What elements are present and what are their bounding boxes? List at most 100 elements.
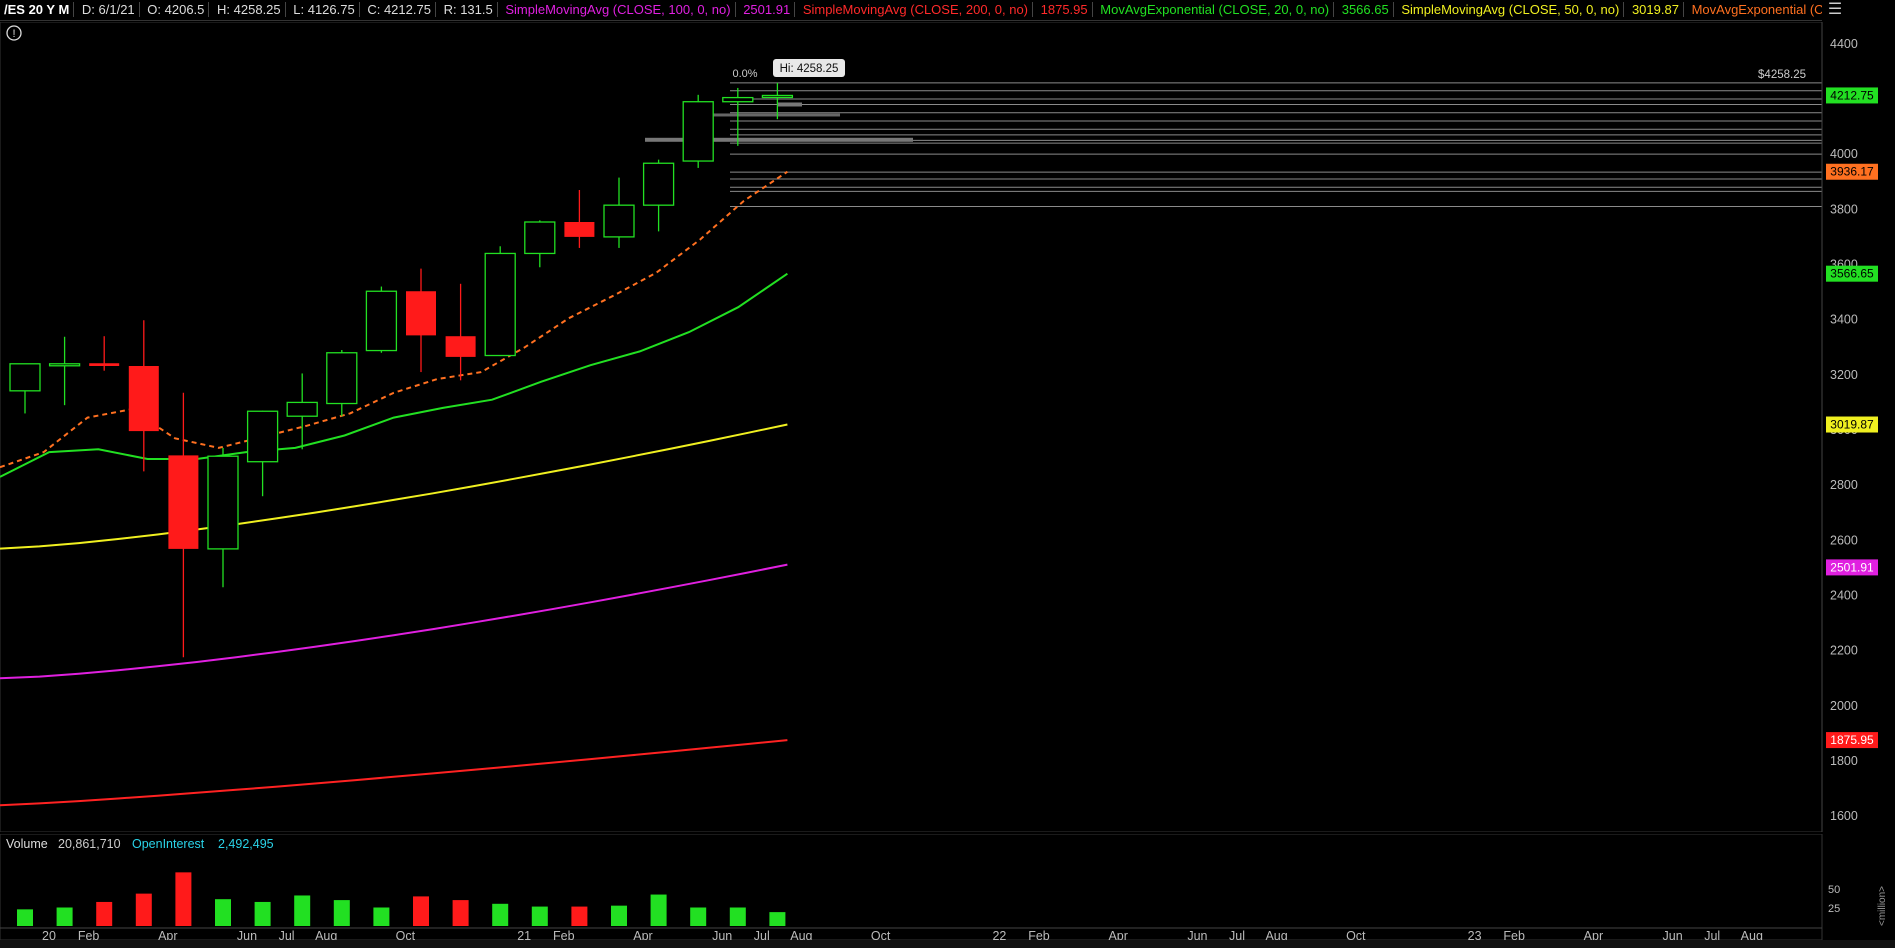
candle-body bbox=[365, 290, 398, 352]
price-badge-label: 3566.65 bbox=[1830, 267, 1874, 281]
time-tick-label: 21 bbox=[517, 929, 531, 940]
support-zone-bar bbox=[778, 102, 802, 107]
price-tick-label: 3800 bbox=[1830, 202, 1858, 216]
candle-body bbox=[128, 366, 159, 432]
volume-bar bbox=[729, 907, 746, 926]
sma200-line bbox=[0, 739, 788, 807]
candle-body bbox=[9, 363, 41, 392]
study-sma100-label[interactable]: SimpleMovingAvg (CLOSE, 100, 0, no) bbox=[501, 2, 736, 17]
candles-layer bbox=[9, 82, 794, 658]
price-tick-label: 3400 bbox=[1830, 313, 1858, 327]
volume-bar bbox=[373, 907, 390, 926]
time-tick-label: 22 bbox=[992, 929, 1006, 940]
volume-bar bbox=[254, 901, 271, 926]
time-tick-label: Oct bbox=[871, 929, 891, 940]
time-tick-label: Feb bbox=[78, 929, 100, 940]
candle-body bbox=[168, 455, 199, 549]
candle-body bbox=[89, 363, 120, 366]
time-tick-label: Jun bbox=[1663, 929, 1683, 940]
volume-unit-label: <million> bbox=[1877, 886, 1888, 926]
time-tick-label: Aug bbox=[1741, 929, 1763, 940]
study-sma200-value: 1875.95 bbox=[1036, 2, 1093, 17]
volume-bar bbox=[650, 894, 667, 926]
symbol-label[interactable]: /ES 20 Y M bbox=[0, 2, 75, 17]
range-readout: R: 131.5 bbox=[439, 2, 498, 17]
candle-body bbox=[246, 410, 279, 463]
moving-averages-layer bbox=[0, 170, 788, 807]
study-sma200-label[interactable]: SimpleMovingAvg (CLOSE, 200, 0, no) bbox=[798, 2, 1034, 17]
time-tick-label: Jul bbox=[279, 929, 295, 940]
time-tick-label: Jul bbox=[754, 929, 770, 940]
volume-value: 20,861,710 bbox=[58, 837, 121, 851]
hi-tooltip: Hi: 4258.25 bbox=[780, 63, 839, 75]
time-tick-label: Oct bbox=[396, 929, 416, 940]
date-readout: D: 6/1/21 bbox=[77, 2, 140, 17]
volume-bar bbox=[571, 906, 588, 926]
candle-body bbox=[642, 162, 675, 206]
time-tick-label: Apr bbox=[633, 929, 652, 940]
study-ema20-value: 3566.65 bbox=[1337, 2, 1394, 17]
open-readout: O: 4206.5 bbox=[143, 2, 210, 17]
study-ema8-label[interactable]: MovAvgExponential (CLOSE, 8, 0, no) bbox=[1687, 2, 1822, 17]
volume-bar bbox=[333, 900, 350, 926]
time-tick-label: Jun bbox=[1187, 929, 1207, 940]
price-tick-label: 4400 bbox=[1830, 37, 1858, 51]
candle-body bbox=[722, 96, 754, 103]
volume-bar bbox=[96, 901, 113, 926]
candle-body bbox=[286, 401, 318, 417]
volume-bar bbox=[17, 909, 33, 926]
price-tick-label: 2400 bbox=[1830, 589, 1858, 603]
level-price-label: $4258.25 bbox=[1758, 69, 1806, 81]
candle-body bbox=[326, 352, 358, 405]
time-tick-label: Apr bbox=[158, 929, 177, 940]
volume-bar bbox=[175, 872, 192, 926]
alert-icon-glyph: ! bbox=[12, 28, 15, 40]
open-interest-value: 2,492,495 bbox=[218, 837, 274, 851]
volume-panel[interactable]: Volume 20,861,710 OpenInterest 2,492,495… bbox=[0, 834, 1895, 940]
time-tick-label: Apr bbox=[1584, 929, 1603, 940]
price-tick-label: 1800 bbox=[1830, 754, 1858, 768]
study-sma100-value: 2501.91 bbox=[739, 2, 796, 17]
price-badge-label: 1875.95 bbox=[1830, 733, 1874, 747]
volume-tick-50: 50 bbox=[1828, 884, 1840, 896]
time-tick-label: 20 bbox=[42, 929, 56, 940]
price-axis: 1600180020002200240026002800300032003400… bbox=[1821, 22, 1878, 832]
candle-body bbox=[484, 252, 516, 357]
time-tick-label: Aug bbox=[315, 929, 337, 940]
candle-body bbox=[406, 291, 436, 336]
volume-bar bbox=[56, 907, 73, 926]
low-readout: L: 4126.75 bbox=[289, 2, 360, 17]
volume-bar bbox=[690, 907, 707, 926]
time-tick-label: Aug bbox=[1265, 929, 1287, 940]
candle-body bbox=[761, 94, 794, 99]
volume-bar bbox=[413, 896, 429, 926]
percent-label: 0.0% bbox=[732, 68, 757, 80]
candle-body bbox=[682, 101, 714, 162]
time-tick-label: Jun bbox=[237, 929, 257, 940]
time-tick-label: Jun bbox=[712, 929, 732, 940]
chart-header: /ES 20 Y M D: 6/1/21 O: 4206.5 H: 4258.2… bbox=[0, 0, 1822, 21]
study-sma50-label[interactable]: SimpleMovingAvg (CLOSE, 50, 0, no) bbox=[1397, 2, 1625, 17]
menu-icon[interactable]: ☰ bbox=[1822, 0, 1848, 20]
time-tick-label: Oct bbox=[1346, 929, 1366, 940]
price-chart[interactable]: 1600180020002200240026002800300032003400… bbox=[0, 22, 1895, 832]
price-tick-label: 2800 bbox=[1830, 478, 1858, 492]
study-ema20-label[interactable]: MovAvgExponential (CLOSE, 20, 0, no) bbox=[1096, 2, 1335, 17]
time-tick-label: Apr bbox=[1108, 929, 1127, 940]
candle-body bbox=[445, 336, 476, 357]
price-badge-label: 2501.91 bbox=[1830, 560, 1874, 574]
volume-bar bbox=[769, 912, 786, 926]
volume-bar bbox=[611, 905, 627, 926]
volume-bar bbox=[492, 903, 509, 926]
close-readout: C: 4212.75 bbox=[363, 2, 436, 17]
volume-tick-25: 25 bbox=[1828, 903, 1840, 915]
time-tick-label: Aug bbox=[790, 929, 812, 940]
annotations-layer: ! Hi: 4258.25 0.0% $4258.25 bbox=[6, 25, 1806, 81]
price-tick-label: 3200 bbox=[1830, 368, 1858, 382]
time-tick-label: Jul bbox=[1229, 929, 1245, 940]
volume-bar bbox=[294, 895, 311, 926]
candle-body bbox=[524, 221, 556, 255]
price-badge-label: 3019.87 bbox=[1830, 418, 1874, 432]
volume-bar bbox=[135, 893, 152, 926]
open-interest-label: OpenInterest bbox=[132, 837, 205, 851]
